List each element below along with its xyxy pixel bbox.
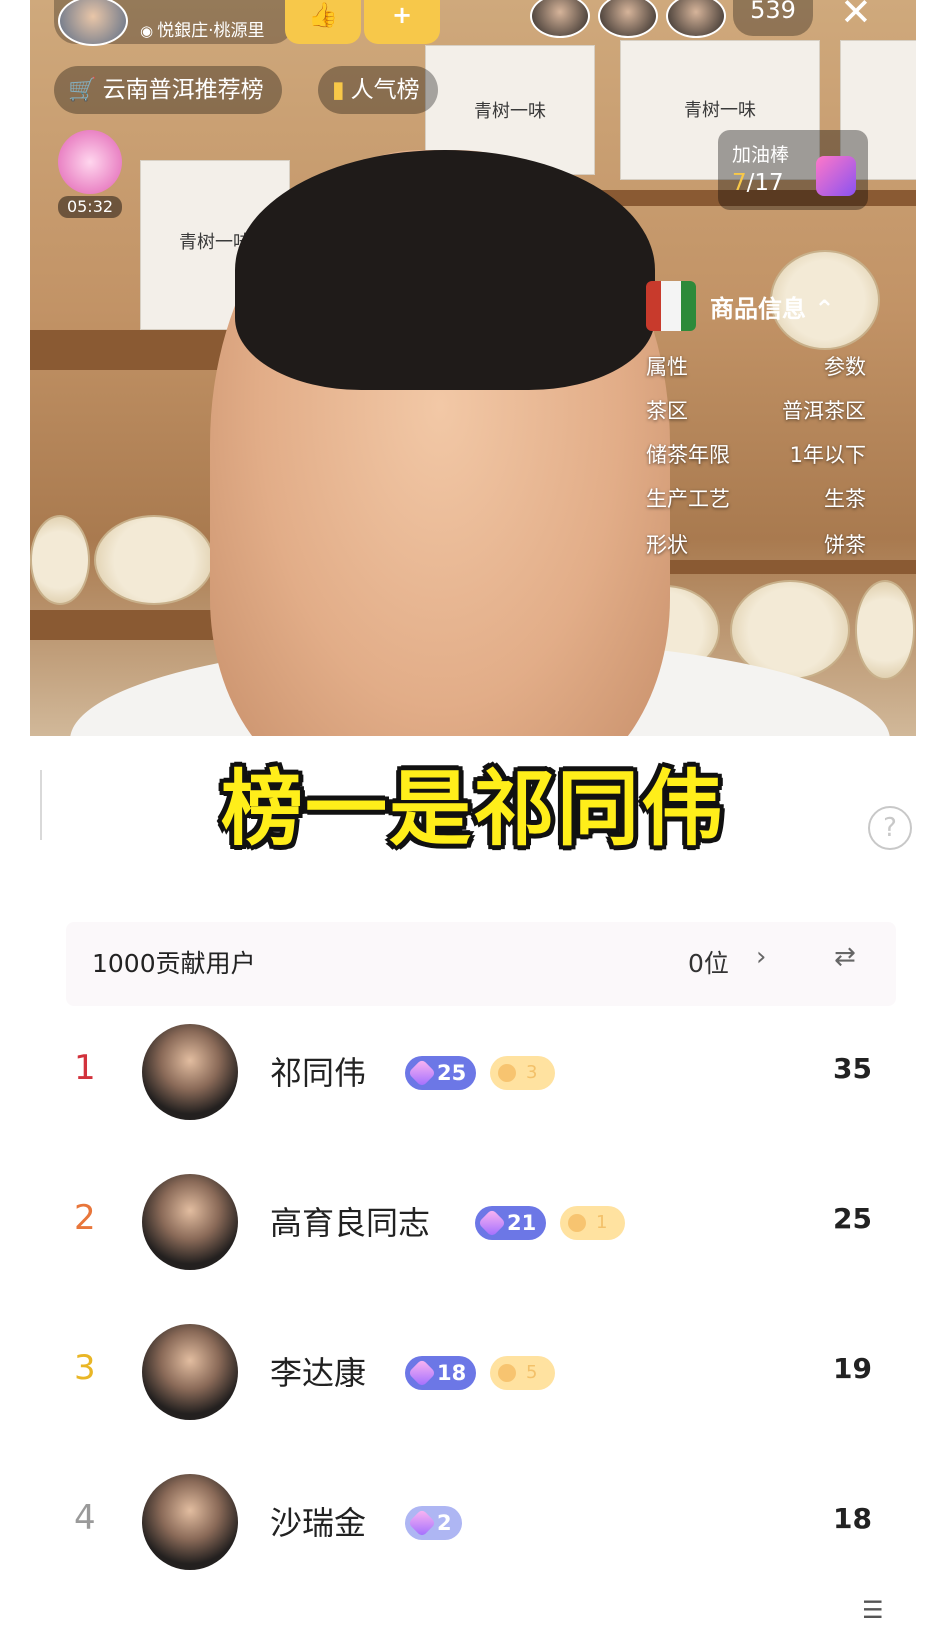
avatar[interactable] bbox=[142, 1474, 238, 1570]
my-position: 0位 bbox=[688, 949, 729, 978]
level-badge: 25 bbox=[405, 1056, 477, 1090]
fan-club-badge: 1 bbox=[560, 1206, 626, 1240]
chevron-up-icon: ⌃ bbox=[814, 295, 835, 323]
rank-number: 3 bbox=[74, 1348, 96, 1388]
product-info-card[interactable]: 商品信息 ⌃ 属性 参数 茶区 普洱茶区 储茶年限 1年以下 生产工艺 生茶 形状 饼茶 bbox=[640, 275, 880, 575]
tea-cake bbox=[30, 515, 90, 605]
fan-club-badge: 3 bbox=[490, 1056, 556, 1090]
add-button[interactable]: + bbox=[364, 0, 440, 44]
gift-bag-icon bbox=[58, 130, 122, 194]
ranking-row[interactable]: 2 高育良同志 21 1 25 bbox=[30, 1162, 916, 1282]
user-name: 高育良同志 bbox=[270, 1204, 431, 1242]
viewer-count[interactable]: 539 bbox=[733, 0, 813, 36]
follow-button[interactable]: 👍 bbox=[285, 0, 361, 44]
bar-chart-icon: ▮ bbox=[332, 77, 345, 103]
avatar[interactable] bbox=[142, 1324, 238, 1420]
product-thumbnail bbox=[646, 281, 696, 331]
user-name: 李达康 bbox=[270, 1354, 367, 1392]
boost-icon bbox=[816, 156, 856, 196]
product-row: 属性 参数 bbox=[646, 355, 866, 379]
cart-icon: 🛒 bbox=[68, 77, 97, 103]
level-badge: 21 bbox=[475, 1206, 547, 1240]
location-pin-icon: ◉ bbox=[140, 22, 154, 40]
caption-overlay: 榜一是祁同伟 bbox=[220, 762, 725, 857]
boost-widget[interactable]: 加油棒 7/17 bbox=[718, 130, 868, 210]
avatar[interactable] bbox=[142, 1024, 238, 1120]
user-name: 祁同伟 bbox=[270, 1054, 367, 1092]
chevron-right-icon[interactable]: › bbox=[756, 942, 766, 972]
ranking-row[interactable]: 1 祁同伟 25 3 35 bbox=[30, 1012, 916, 1132]
menu-icon[interactable]: ☰ bbox=[862, 1596, 884, 1624]
product-row: 生产工艺 生茶 bbox=[646, 487, 866, 511]
recommend-rank-chip[interactable]: 🛒 云南普洱推荐榜 bbox=[54, 66, 282, 114]
contribution-score: 19 bbox=[833, 1352, 872, 1385]
close-icon[interactable]: ✕ bbox=[840, 0, 872, 34]
product-info-header[interactable]: 商品信息 ⌃ bbox=[640, 275, 880, 335]
tea-cake bbox=[94, 515, 214, 605]
rank-number: 1 bbox=[74, 1048, 96, 1088]
contribution-score: 25 bbox=[833, 1202, 872, 1235]
rank-number: 2 bbox=[74, 1198, 96, 1238]
contributors-bar[interactable]: 1000贡献用户 0位 › ⇄ bbox=[66, 922, 896, 1006]
level-badge: 18 bbox=[405, 1356, 477, 1390]
ranking-row[interactable]: 4 沙瑞金 2 18 bbox=[30, 1462, 916, 1582]
product-row: 形状 饼茶 bbox=[646, 533, 866, 557]
rank-number: 4 bbox=[74, 1498, 96, 1538]
streamer-hair bbox=[235, 150, 655, 390]
host-location: ◉ 悦銀庄·桃源里 bbox=[140, 21, 265, 41]
swap-icon[interactable]: ⇄ bbox=[834, 942, 856, 972]
gift-bag[interactable]: 05:32 bbox=[54, 130, 128, 220]
popularity-rank-chip[interactable]: ▮ 人气榜 bbox=[318, 66, 438, 114]
fan-club-badge: 5 bbox=[490, 1356, 556, 1390]
boost-label: 加油棒 bbox=[732, 144, 790, 166]
avatar[interactable] bbox=[142, 1174, 238, 1270]
product-row: 储茶年限 1年以下 bbox=[646, 443, 866, 467]
user-name: 沙瑞金 bbox=[270, 1504, 367, 1542]
help-icon[interactable]: ? bbox=[868, 806, 912, 850]
boost-count: 7/17 bbox=[732, 170, 784, 196]
level-badge: 2 bbox=[405, 1506, 462, 1540]
contribution-score: 35 bbox=[833, 1052, 872, 1085]
contribution-score: 18 bbox=[833, 1502, 872, 1535]
tea-cake bbox=[855, 580, 915, 680]
product-row: 茶区 普洱茶区 bbox=[646, 399, 866, 423]
ranking-row[interactable]: 3 李达康 18 5 19 bbox=[30, 1312, 916, 1432]
gift-timer: 05:32 bbox=[58, 196, 122, 218]
contributors-label: 1000贡献用户 bbox=[92, 949, 256, 978]
product-info-title: 商品信息 ⌃ bbox=[710, 295, 835, 323]
